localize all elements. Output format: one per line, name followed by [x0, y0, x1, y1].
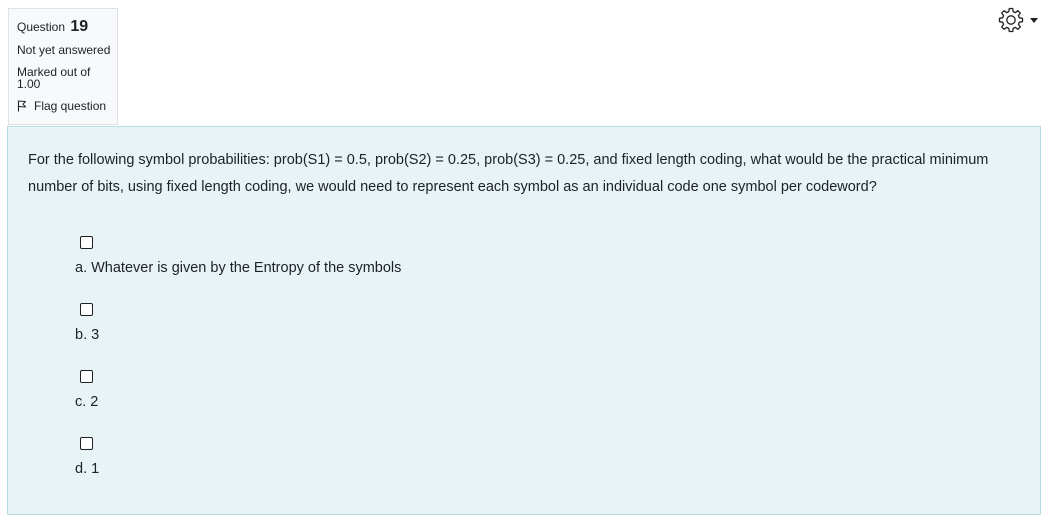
flag-question-label: Flag question [34, 99, 107, 113]
answer-option-c: c. 2 [55, 370, 1020, 411]
grade-line-2: 1.00 [17, 77, 41, 91]
answer-checkbox-a[interactable] [80, 236, 93, 249]
flag-question-button[interactable]: Flag question [17, 99, 117, 113]
flag-icon [17, 100, 26, 112]
question-state: Not yet answered [17, 43, 111, 57]
answer-label-b[interactable]: b. 3 [75, 326, 1020, 344]
answer-checkbox-b[interactable] [80, 303, 93, 316]
answer-label-d[interactable]: d. 1 [75, 460, 1020, 478]
answer-option-a: a. Whatever is given by the Entropy of t… [55, 236, 1020, 277]
gear-icon [998, 7, 1024, 33]
question-label: Question [17, 20, 66, 34]
answer-option-d: d. 1 [55, 437, 1020, 478]
answer-option-b: b. 3 [55, 303, 1020, 344]
settings-menu-button[interactable] [998, 7, 1038, 33]
answer-label-c[interactable]: c. 2 [75, 393, 1020, 411]
question-formulation: For the following symbol probabilities: … [7, 126, 1041, 515]
answer-checkbox-d[interactable] [80, 437, 93, 450]
answer-label-a[interactable]: a. Whatever is given by the Entropy of t… [75, 259, 1020, 277]
question-info-panel: Question 19 Not yet answered Marked out … [8, 8, 118, 125]
grade-info: Marked out of 1.00 [17, 66, 117, 90]
question-number: 19 [70, 18, 89, 35]
question-number-row: Question 19 [17, 18, 117, 36]
answer-checkbox-c[interactable] [80, 370, 93, 383]
answer-list: a. Whatever is given by the Entropy of t… [28, 236, 1020, 478]
chevron-down-icon [1030, 17, 1038, 23]
question-text: For the following symbol probabilities: … [28, 152, 989, 195]
